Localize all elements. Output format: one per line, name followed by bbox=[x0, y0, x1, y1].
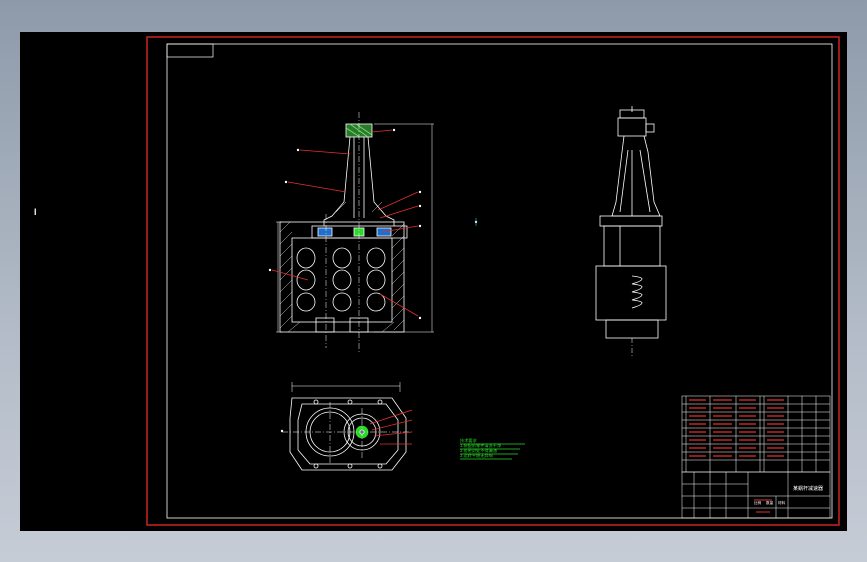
front-view-leaders bbox=[271, 129, 419, 317]
title-block-label-material: 材料 bbox=[778, 500, 786, 505]
title-block-label-scale: 比例 bbox=[754, 500, 762, 505]
drawing-title: 某蜗杆减速器 bbox=[793, 485, 823, 492]
corner-tag-box bbox=[166, 43, 214, 58]
front-view-item-marks bbox=[268, 128, 478, 433]
front-section-view bbox=[276, 112, 434, 352]
top-view bbox=[282, 382, 412, 471]
cad-viewport[interactable]: l 技术要求 1.装配前零件清洗干净 2.各密封处不得漏油 3.运转平稳无异响 … bbox=[20, 32, 847, 531]
side-marker: l bbox=[34, 207, 37, 217]
title-block-label-qty: 数量 bbox=[766, 500, 774, 505]
assembly-drawing: l 技术要求 1.装配前零件清洗干净 2.各密封处不得漏油 3.运转平稳无异响 … bbox=[34, 36, 840, 526]
title-block bbox=[681, 471, 831, 519]
technical-notes: 技术要求 1.装配前零件清洗干净 2.各密封处不得漏油 3.运转平稳无异响 bbox=[460, 437, 501, 459]
side-view bbox=[595, 106, 667, 356]
svg-text:3.运转平稳无异响: 3.运转平稳无异响 bbox=[460, 452, 493, 459]
